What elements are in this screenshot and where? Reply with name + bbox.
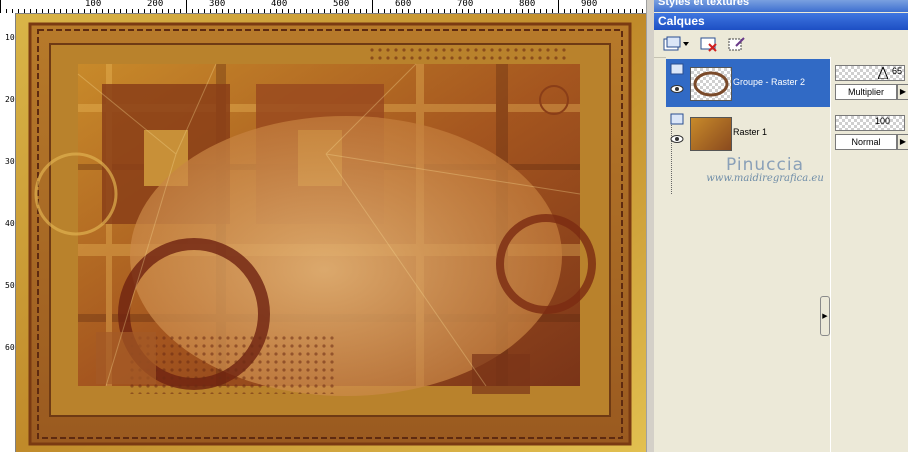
layer-row-raster-1[interactable]: Raster 1 [666, 109, 830, 157]
image-canvas[interactable] [16, 14, 646, 452]
ruler-label: 100 [85, 0, 102, 9]
layer-thumbnail [690, 117, 732, 151]
layer-properties-icon [728, 37, 745, 51]
delete-layer-button[interactable] [698, 34, 720, 54]
ruler-label: 500 [333, 0, 350, 9]
layer-properties-column: 65 Multiplier ▶ 100 Normal ▶ [830, 57, 908, 452]
layer-name: Groupe - Raster 2 [733, 77, 806, 87]
vertical-ruler: 100 200 300 400 500 600 [0, 13, 16, 452]
visibility-toggle-icon[interactable] [670, 63, 684, 75]
layers-panel-title: Calques [658, 14, 705, 28]
blend-mode-arrow[interactable]: ▶ [897, 134, 908, 150]
ruler-label: 800 [519, 0, 536, 9]
dropdown-arrow-icon [683, 42, 689, 46]
ruler-label: 400 [5, 219, 15, 228]
watermark-title: Pinuccia [726, 155, 804, 175]
blend-mode-arrow[interactable]: ▶ [897, 84, 908, 100]
watermark: Pinuccia www.maidiregrafica.eu [700, 155, 830, 184]
layer-row-groupe-raster-2[interactable]: Groupe - Raster 2 [666, 59, 830, 107]
opacity-slider[interactable]: 100 [835, 115, 905, 131]
ruler-label: 600 [395, 0, 412, 9]
artwork [16, 14, 646, 452]
ruler-label: 600 [5, 343, 15, 352]
ruler-label: 100 [5, 33, 15, 42]
layer-properties-button[interactable] [726, 34, 748, 54]
horizontal-ruler: 100 200 300 400 500 600 700 800 900 [0, 0, 646, 14]
opacity-slider[interactable]: 65 [835, 65, 905, 81]
watermark-url: www.maidiregrafica.eu [706, 173, 824, 184]
ruler-label: 200 [5, 95, 15, 104]
layers-panel: Styles et textures Calques Groupe - Rast… [654, 0, 908, 452]
layer-thumbnail [690, 67, 732, 101]
ruler-label: 400 [271, 0, 288, 9]
layer-name: Raster 1 [733, 127, 768, 137]
styles-panel-titlebar[interactable]: Styles et textures [654, 0, 908, 12]
layers-panel-header[interactable]: Calques [654, 13, 908, 30]
opacity-value: 65 [891, 66, 902, 76]
blend-mode-select[interactable]: Normal [835, 134, 897, 150]
visibility-toggle-icon[interactable] [670, 113, 684, 125]
ruler-label: 900 [581, 0, 598, 9]
ruler-label: 300 [209, 0, 226, 9]
ruler-label: 200 [147, 0, 164, 9]
new-layer-dropdown[interactable] [682, 34, 690, 54]
delete-layer-icon [700, 37, 717, 52]
styles-panel-title: Styles et textures [658, 0, 750, 8]
new-layer-button[interactable] [660, 34, 684, 54]
collapse-handle-icon[interactable]: ▶ [820, 296, 830, 336]
ruler-label: 500 [5, 281, 15, 290]
eye-icon[interactable] [670, 84, 684, 94]
layers-list: Groupe - Raster 2 Raster 1 [666, 57, 831, 452]
eye-icon[interactable] [670, 134, 684, 144]
layers-toolbar [654, 30, 908, 58]
slider-thumb-icon [878, 67, 888, 79]
opacity-value: 100 [874, 116, 890, 126]
blend-mode-select[interactable]: Multiplier [835, 84, 897, 100]
new-layer-icon [663, 36, 681, 51]
ruler-label: 700 [457, 0, 474, 9]
ruler-label: 300 [5, 157, 15, 166]
